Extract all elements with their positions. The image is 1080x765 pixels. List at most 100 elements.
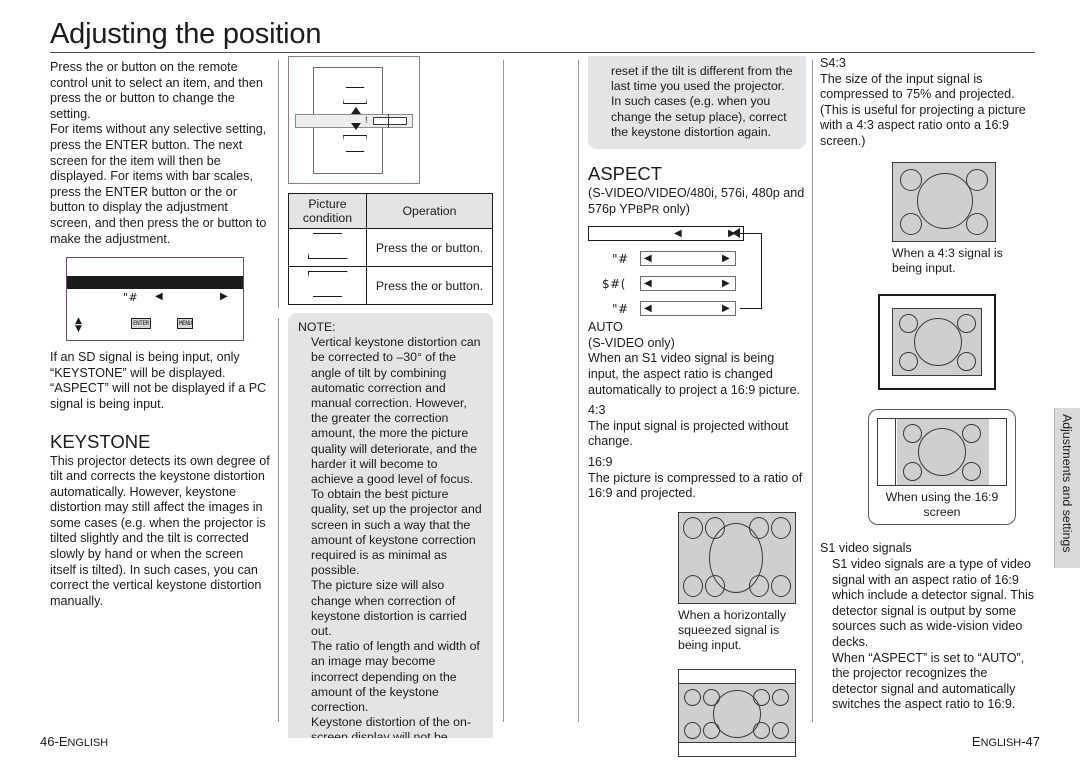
footer-page-number: 47	[1025, 734, 1040, 749]
note-list-continued: reset if the tilt is different from the …	[598, 64, 796, 140]
circle-icon	[684, 722, 701, 740]
side-tab: Adjustments and settings	[1054, 408, 1080, 568]
screen-frame-43	[878, 293, 996, 390]
circle-icon	[899, 313, 918, 333]
page-title: Adjusting the position	[50, 18, 322, 50]
cell-shape-narrow-bottom	[288, 266, 367, 305]
bar-scale-fill	[373, 117, 407, 125]
caption-squeezed: When a horizontally squeezed signal is b…	[678, 607, 786, 653]
s1-body: S1 video signals are a type of video sig…	[832, 556, 1035, 649]
picture-condition-table: Picture condition Operation Press the or…	[288, 193, 493, 305]
keystone-adjustment-diagram: !	[288, 56, 420, 184]
circle-icon	[771, 574, 791, 597]
circle-icon	[771, 516, 791, 539]
caption-169-screen: When using the 16:9 screen	[885, 489, 999, 520]
ratio-169-body: The picture is compressed to a ratio of …	[588, 470, 803, 501]
left-arrow-icon: ◀	[674, 228, 682, 240]
circle-icon	[903, 461, 922, 481]
circle-icon	[713, 690, 761, 739]
screen-frame-169: When using the 16:9 screen	[868, 408, 1016, 526]
circle-icon	[918, 427, 966, 476]
footer-left: 46-EENGLISHNGLISH	[40, 734, 109, 749]
right-arrow-icon: ▶	[722, 278, 730, 290]
osd-screenshot: "# ◀ ▶ ▲ ▼ ENTER MENU	[66, 257, 244, 342]
sd-signal-note: If an SD signal is being input, only “KE…	[50, 350, 240, 380]
s43-heading: S4:3	[820, 56, 846, 70]
circle-icon	[683, 574, 703, 597]
note-item-continued: reset if the tilt is different from the …	[611, 64, 793, 139]
intro-paragraph-2: For items without any selective setting,…	[50, 122, 267, 246]
manual-page: Adjusting the position Press the or butt…	[0, 0, 1080, 765]
circle-icon	[684, 689, 701, 707]
cell-operation-2: Press the or button.	[366, 266, 493, 305]
cell-operation-1: Press the or button.	[366, 228, 493, 267]
down-triangle-icon	[351, 123, 361, 130]
bar-scale-marker	[388, 114, 389, 128]
cell-shape-narrow-top	[288, 228, 367, 267]
picture-squeezed-illustration	[678, 511, 796, 604]
column-one: Press the or button on the remote contro…	[50, 60, 272, 609]
intro-paragraph-1: Press the or button on the remote contro…	[50, 60, 263, 121]
circle-icon	[900, 168, 922, 191]
picture-169-illustration	[678, 669, 796, 758]
menu-key-icon: MENU	[177, 318, 194, 330]
keystone-body: This projector detects its own degree of…	[50, 453, 270, 608]
note-list: Vertical keystone distortion can be corr…	[298, 335, 483, 738]
caption-43-signal: When a 4:3 signal is being input.	[892, 245, 1003, 275]
osd-item-label: "#	[123, 291, 139, 305]
circle-icon	[917, 172, 973, 229]
left-arrow-icon: ◀	[644, 253, 652, 265]
note-item: Keystone distortion of the on-screen dis…	[311, 715, 471, 738]
right-arrow-icon: ▶	[722, 303, 730, 315]
circle-icon	[683, 516, 703, 539]
aspect-bar-wide	[588, 226, 744, 242]
footer-page-number: 46	[40, 734, 55, 749]
column-divider	[278, 60, 279, 308]
aspect-supported-signals: (S-VIDEO/VIDEO/480i, 576i, 480p and 576p…	[588, 186, 805, 216]
aspect-heading: ASPECT	[588, 163, 663, 185]
circle-icon	[957, 313, 976, 333]
circle-icon	[962, 423, 981, 443]
osd-highlight-bar	[67, 276, 243, 290]
circle-icon	[900, 212, 922, 235]
column-divider	[812, 60, 813, 722]
note-item: The picture size will also change when c…	[311, 578, 467, 639]
trapezoid-narrow-top-icon	[307, 233, 348, 259]
up-triangle-icon	[351, 107, 361, 114]
circle-icon	[772, 689, 789, 707]
right-arrow-icon: ▶	[722, 253, 730, 265]
circle-icon	[957, 351, 976, 371]
s1-body-2: When “ASPECT” is set to “AUTO”, the proj…	[832, 650, 1025, 712]
pillarbox-left	[878, 418, 896, 485]
table-row: Press the or button.	[288, 228, 493, 267]
column-divider	[578, 60, 579, 722]
cycle-arrow-head-icon	[732, 228, 740, 239]
left-arrow-icon: ◀	[155, 291, 164, 303]
pc-signal-note: “ASPECT” will not be displayed if a PC s…	[50, 381, 267, 411]
column-divider	[503, 60, 504, 722]
up-down-arrow-icon: ▲ ▼	[75, 316, 83, 335]
left-arrow-icon: ◀	[644, 278, 652, 290]
cycle-loop-line	[740, 233, 762, 310]
exclamation-glyph: !	[365, 115, 368, 125]
auto-sub: (S-VIDEO only)	[588, 335, 675, 350]
trapezoid-top-icon	[343, 87, 367, 104]
picture-43-illustration	[892, 161, 996, 242]
title-divider	[50, 52, 1035, 53]
ratio-43-heading: 4:3	[588, 403, 606, 418]
note-box-continued: reset if the tilt is different from the …	[588, 56, 806, 150]
note-item: The ratio of length and width of an imag…	[311, 639, 480, 715]
right-arrow-icon: ▶	[220, 291, 229, 303]
pillarbox-right	[988, 418, 1006, 485]
osd-label-1: "#	[612, 252, 629, 267]
footer-right: ENGLISH-47	[971, 734, 1040, 749]
table-header-row: Picture condition Operation	[288, 193, 493, 229]
auto-heading: AUTO	[588, 320, 623, 335]
column-two: ! Picture condition Operation Press the …	[288, 56, 493, 738]
ratio-169-heading: 16:9	[588, 454, 613, 469]
left-arrow-icon: ◀	[644, 303, 652, 315]
column-three: reset if the tilt is different from the …	[588, 56, 806, 758]
ellipse-icon	[709, 522, 763, 593]
aspect-osd-diagram: ◀ ▶ "# ◀ ▶ $#( ◀ ▶ "# ◀ ▶	[588, 224, 778, 320]
letterbox-bar-bottom	[679, 742, 795, 757]
